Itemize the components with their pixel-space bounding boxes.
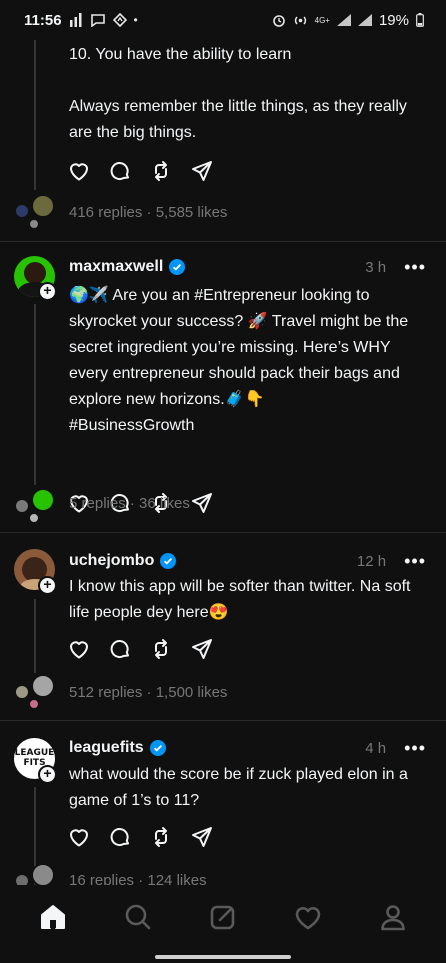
post-header: maxmaxwell 3 h ••• (69, 258, 426, 276)
username[interactable]: uchejombo (69, 552, 154, 570)
reply-avatars (12, 488, 58, 524)
follow-plus-button[interactable]: + (38, 576, 57, 595)
home-indicator[interactable] (155, 955, 291, 959)
verified-badge-icon (160, 553, 177, 569)
like-heart-icon[interactable] (67, 825, 91, 849)
reply-avatar (14, 873, 30, 885)
follow-plus-button[interactable]: + (38, 765, 57, 784)
reply-bubble-icon[interactable] (108, 825, 132, 849)
post-stats[interactable]: 5 replies · 36 likes (69, 495, 190, 512)
repost-icon[interactable] (149, 637, 173, 661)
bottom-nav (0, 885, 446, 949)
post-actions (67, 637, 214, 661)
more-options-button[interactable]: ••• (404, 739, 426, 757)
status-right: 4G+ 19% (272, 12, 424, 29)
reply-avatar (31, 194, 55, 218)
reply-avatars (12, 194, 58, 230)
repost-icon[interactable] (149, 159, 173, 183)
verified-badge-icon (169, 259, 186, 275)
thread-post[interactable]: + maxmaxwell 3 h ••• 🌍✈️ Are you an #Ent… (0, 242, 446, 533)
reply-avatar (28, 218, 40, 230)
reply-avatar (14, 684, 30, 700)
status-left: 11:56 • (24, 12, 138, 29)
thread-post[interactable]: 10. You have the ability to learn Always… (0, 40, 446, 242)
more-options-button[interactable]: ••• (404, 552, 426, 570)
post-text: 10. You have the ability to learn Always… (69, 46, 407, 141)
feed[interactable]: 10. You have the ability to learn Always… (0, 40, 446, 885)
like-heart-icon[interactable] (67, 637, 91, 661)
post-time: 12 h (356, 552, 387, 570)
share-send-icon[interactable] (190, 159, 214, 183)
compose-icon[interactable] (208, 902, 238, 932)
search-icon[interactable] (123, 902, 153, 932)
post-stats[interactable]: 16 replies · 124 likes (69, 872, 207, 885)
username[interactable]: maxmaxwell (69, 258, 163, 276)
cell-signal-2-icon (357, 14, 372, 26)
post-header: leaguefits 4 h ••• (69, 739, 426, 757)
username[interactable]: leaguefits (69, 739, 144, 757)
post-time: 4 h (365, 739, 387, 757)
like-heart-icon[interactable] (67, 159, 91, 183)
signal-bars-icon (69, 13, 82, 27)
post-text: what would the score be if zuck played e… (69, 766, 413, 809)
hotspot-icon (294, 15, 306, 25)
post-header: uchejombo 12 h ••• (69, 552, 426, 570)
network-type: 4G+ (314, 15, 330, 25)
thread-post[interactable]: + uchejombo 12 h ••• I know this app wil… (0, 533, 446, 721)
post-text: 🌍✈️ Are you an #Entrepreneur looking to … (69, 287, 409, 434)
reply-avatar (31, 863, 55, 885)
reply-avatars (12, 863, 58, 885)
post-text: I know this app will be softer than twit… (69, 578, 415, 621)
share-send-icon[interactable] (190, 825, 214, 849)
status-bar: 11:56 • 4G+ 19% (0, 0, 446, 40)
reply-avatar (14, 498, 30, 514)
verified-badge-icon (149, 740, 166, 756)
alarm-icon (272, 15, 285, 27)
battery-percent: 19% (378, 11, 409, 29)
share-send-icon[interactable] (190, 491, 214, 515)
chat-icon (90, 14, 105, 27)
post-time: 3 h (365, 258, 387, 276)
reply-bubble-icon[interactable] (108, 637, 132, 661)
thread-post[interactable]: LEAGUE FITS + leaguefits 4 h ••• what wo… (0, 721, 446, 885)
post-actions (67, 825, 214, 849)
cell-signal-icon (336, 14, 351, 26)
thread-line (34, 599, 36, 673)
post-stats[interactable]: 512 replies · 1,500 likes (69, 684, 227, 701)
post-stats[interactable]: 416 replies · 5,585 likes (69, 204, 227, 221)
reply-avatar (31, 674, 55, 698)
battery-icon (416, 13, 424, 27)
status-time: 11:56 (24, 11, 62, 29)
navigation-icon (112, 13, 127, 27)
reply-avatar (14, 203, 30, 219)
reply-avatar (28, 698, 40, 710)
thread-line (34, 304, 36, 485)
home-icon[interactable] (38, 902, 68, 932)
reply-bubble-icon[interactable] (108, 159, 132, 183)
reply-avatar (31, 488, 55, 512)
share-send-icon[interactable] (190, 637, 214, 661)
more-options-button[interactable]: ••• (404, 258, 426, 276)
status-dot: • (133, 13, 138, 27)
post-actions (67, 159, 214, 183)
reply-avatar (28, 512, 40, 524)
thread-line (34, 40, 36, 190)
activity-heart-icon[interactable] (293, 902, 323, 932)
repost-icon[interactable] (149, 825, 173, 849)
profile-icon[interactable] (378, 902, 408, 932)
follow-plus-button[interactable]: + (38, 282, 57, 301)
reply-avatars (12, 674, 58, 710)
